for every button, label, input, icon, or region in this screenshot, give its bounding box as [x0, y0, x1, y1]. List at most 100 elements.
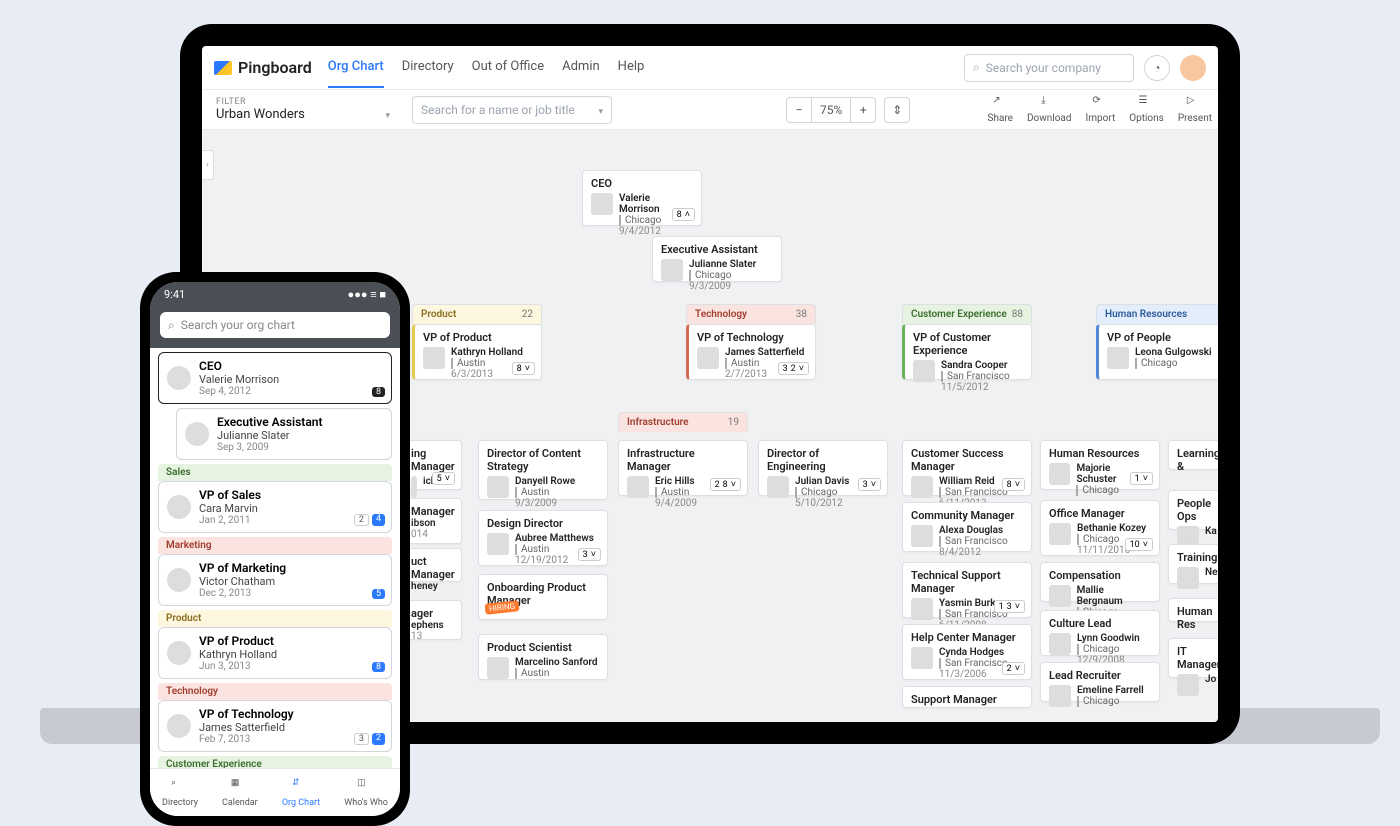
phone-status-bar: 9:41 ●●● ≡ ■ — [150, 282, 400, 306]
dept-technology[interactable]: Technology38 — [686, 304, 816, 324]
card-design[interactable]: Design DirectorAubree MatthewsAustin12/1… — [478, 510, 608, 566]
import-button[interactable]: ⟳Import — [1086, 95, 1116, 124]
card-learn[interactable]: Learning & — [1168, 440, 1218, 470]
nav-directory[interactable]: Directory — [402, 47, 454, 88]
card-comm[interactable]: Community ManagerAlexa DouglasSan Franci… — [902, 502, 1032, 552]
phone-time: 9:41 — [164, 288, 185, 301]
phone-search-bar: ⌕ Search your org chart — [150, 306, 400, 348]
tab-whos-who[interactable]: ◫Who's Who — [344, 778, 388, 808]
card-vp-product[interactable]: VP of Product Kathryn HollandAustin6/3/2… — [412, 324, 542, 380]
phone-card[interactable]: VP of MarketingVictor ChathamDec 2, 2013… — [158, 554, 392, 606]
person-name: Julianne Slater — [689, 259, 756, 270]
download-icon: ⤓ — [1041, 95, 1057, 111]
card-infra-mgr[interactable]: Infrastructure ManagerEric HillsAustin9/… — [618, 440, 748, 496]
filter-dropdown[interactable]: FILTER Urban Wonders — [208, 97, 398, 122]
nav-org-chart[interactable]: Org Chart — [328, 47, 384, 88]
card-csm[interactable]: Customer Success ManagerWilliam ReidSan … — [902, 440, 1032, 496]
card-hrpart[interactable]: Human Res — [1168, 598, 1218, 622]
dept-product[interactable]: Product22 — [412, 304, 542, 324]
logo-mark — [214, 61, 232, 75]
card-partial-mgr[interactable]: Manageribson014 — [402, 498, 462, 544]
phone-dept-technology[interactable]: Technology — [158, 683, 392, 700]
phone-card[interactable]: VP of TechnologyJames SatterfieldFeb 7, … — [158, 700, 392, 752]
card-off[interactable]: Office ManagerBethanie KozeyChicago11/11… — [1040, 500, 1160, 556]
dept-cx[interactable]: Customer Experience88 — [902, 304, 1032, 324]
present-button[interactable]: ▷Present — [1178, 95, 1212, 124]
search-icon: ⌕ — [973, 60, 980, 75]
tab-directory[interactable]: ⌕Directory — [162, 778, 198, 808]
nav-admin[interactable]: Admin — [562, 47, 600, 88]
count-chip[interactable]: 3 2˅ — [778, 362, 809, 375]
sidebar-toggle[interactable]: › — [202, 150, 214, 180]
search-icon: ⌕ — [168, 318, 175, 333]
count-chip[interactable]: 8˅ — [512, 362, 535, 375]
options-button[interactable]: ☰Options — [1129, 95, 1164, 124]
phone-card[interactable]: VP of ProductKathryn HollandJun 3, 20138 — [158, 627, 392, 679]
avatar — [591, 193, 613, 215]
card-ea[interactable]: Executive Assistant Julianne Slater Chic… — [652, 236, 782, 282]
card-vp-cx[interactable]: VP of Customer Experience Sandra CooperS… — [902, 324, 1032, 380]
card-dcs[interactable]: Director of Content StrategyDanyell Rowe… — [478, 440, 608, 500]
card-hc[interactable]: Help Center ManagerCynda HodgesSan Franc… — [902, 624, 1032, 680]
card-vp-hr[interactable]: VP of People Leona GulgowskiChicago — [1096, 324, 1218, 380]
download-button[interactable]: ⤓Download — [1027, 95, 1072, 124]
dept-infrastructure[interactable]: Infrastructure19 — [618, 412, 748, 432]
card-eng[interactable]: Director of EngineeringJulian DavisChica… — [758, 440, 888, 496]
nav-help[interactable]: Help — [618, 47, 645, 88]
card-pops[interactable]: People OpsKa — [1168, 490, 1218, 530]
share-button[interactable]: ↗Share — [988, 95, 1013, 124]
hiring-badge: HIRING — [485, 600, 520, 615]
phone-dept-sales[interactable]: Sales — [158, 464, 392, 481]
phone-card[interactable]: VP of SalesCara MarvinJan 2, 201124 — [158, 481, 392, 533]
play-icon: ▷ — [1187, 95, 1203, 111]
collapse-button[interactable]: ⇕ — [884, 97, 910, 123]
count-chip[interactable]: 8˄ — [672, 208, 695, 221]
filter-value: Urban Wonders — [216, 107, 305, 122]
card-partial-uct[interactable]: uct Managerheney — [402, 548, 462, 582]
tab-org-chart[interactable]: ⇵Org Chart — [282, 778, 320, 808]
name-search-input[interactable]: Search for a name or job title — [412, 96, 612, 124]
phone-dept-marketing[interactable]: Marketing — [158, 537, 392, 554]
card-train[interactable]: TrainingNe — [1168, 544, 1218, 584]
chevron-down-icon — [382, 107, 390, 122]
card-itm[interactable]: IT ManagerJo — [1168, 638, 1218, 678]
card-supp[interactable]: Support Manager — [902, 686, 1032, 708]
card-lead[interactable]: Lead RecruiterEmeline FarrellChicago — [1040, 662, 1160, 702]
phone-card-ea[interactable]: Executive AssistantJulianne SlaterSep 3,… — [176, 408, 392, 460]
card-partial-ager[interactable]: agerephens13 — [402, 600, 462, 640]
card-sci[interactable]: Product ScientistMarcelino SanfordAustin — [478, 634, 608, 680]
card-title: Executive Assistant — [661, 243, 773, 256]
card-tsm[interactable]: Technical Support ManagerYasmin BurkeSan… — [902, 562, 1032, 618]
phone-dept-product[interactable]: Product — [158, 610, 392, 627]
phone-tab-bar: ⌕Directory ▦Calendar ⇵Org Chart ◫Who's W… — [150, 768, 400, 816]
brand-logo[interactable]: Pingboard — [214, 58, 312, 77]
chevron-up-icon: ˄ — [685, 209, 690, 220]
search-company-input[interactable]: ⌕ Search your company — [964, 54, 1134, 82]
nav-out-of-office[interactable]: Out of Office — [472, 47, 544, 88]
card-onboard[interactable]: Onboarding Product ManagerHIRING — [478, 574, 608, 620]
phone-search-input[interactable]: ⌕ Search your org chart — [160, 312, 390, 338]
person-location: Chicago — [689, 270, 756, 281]
zoom-out-button[interactable]: − — [786, 97, 812, 123]
main-nav: Org Chart Directory Out of Office Admin … — [328, 47, 645, 88]
card-vp-technology[interactable]: VP of Technology James SatterfieldAustin… — [686, 324, 816, 380]
card-partial-ing-mgr[interactable]: ing Managerichoen5˅ — [402, 440, 462, 490]
zoom-control: − 75% + ⇕ — [786, 97, 910, 123]
phone-list[interactable]: CEOValerie MorrisonSep 4, 2012 8 Executi… — [150, 348, 400, 788]
search-icon: ⌕ — [171, 778, 189, 796]
card-hr1[interactable]: Human ResourcesMajorie SchusterChicago1˅ — [1040, 440, 1160, 490]
dept-hr[interactable]: Human Resources — [1096, 304, 1218, 324]
tab-calendar[interactable]: ▦Calendar — [222, 778, 258, 808]
avatar — [661, 259, 683, 281]
zoom-in-button[interactable]: + — [850, 97, 876, 123]
top-bar: Pingboard Org Chart Directory Out of Off… — [202, 46, 1218, 90]
phone-frame: 9:41 ●●● ≡ ■ ⌕ Search your org chart CEO… — [140, 272, 410, 826]
card-cult[interactable]: Culture LeadLynn GoodwinChicago12/9/2008 — [1040, 610, 1160, 656]
chevron-down-icon — [595, 103, 603, 117]
user-avatar[interactable] — [1180, 55, 1206, 81]
notifications-button[interactable]: ◔ — [1144, 55, 1170, 81]
card-ceo[interactable]: CEO Valerie Morrison Chicago 9/4/2012 8˄ — [582, 170, 702, 226]
signal-wifi-battery-icon: ●●● ≡ ■ — [348, 288, 386, 301]
phone-card-ceo[interactable]: CEOValerie MorrisonSep 4, 2012 8 — [158, 352, 392, 404]
card-comp[interactable]: CompensationMallie BergnaumChicago — [1040, 562, 1160, 602]
